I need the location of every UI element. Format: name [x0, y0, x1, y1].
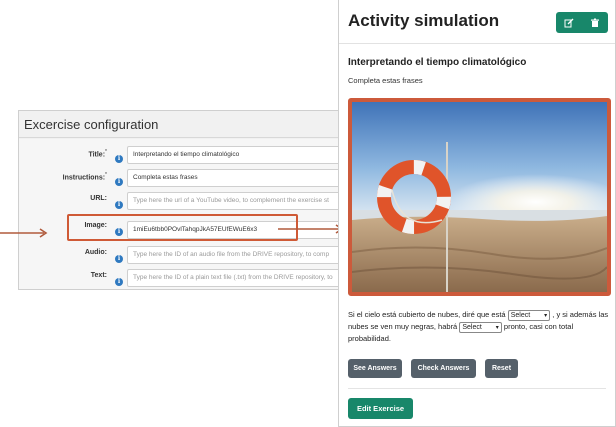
text-input[interactable]: Type here the ID of a plain text file (.… [127, 269, 342, 287]
edit-icon[interactable] [563, 17, 575, 29]
info-icon[interactable]: i [115, 201, 123, 209]
chevron-down-icon: ▾ [495, 324, 499, 331]
audio-label: Audio: [84, 249, 107, 256]
image-label: Image: [84, 222, 107, 229]
info-icon[interactable]: i [115, 228, 123, 236]
fill-in-sentence: Si el cielo está cubierto de nubes, diré… [348, 309, 610, 345]
answer-select-1[interactable]: Select ▾ [507, 309, 551, 321]
lifebuoy-beach-photo [352, 102, 607, 292]
instructions-label: Instructions:* [62, 172, 107, 182]
exercise-image [348, 98, 611, 296]
sentence-text: Si el cielo está cubierto de nubes, diré… [348, 310, 506, 319]
title-label: Title:* [88, 149, 107, 159]
chevron-down-icon: ▾ [544, 312, 548, 319]
exercise-instructions: Completa estas frases [348, 76, 423, 85]
answer-select-2[interactable]: Select ▾ [459, 321, 502, 333]
text-label: Text: [90, 272, 107, 279]
see-answers-button[interactable]: See Answers [348, 359, 402, 378]
info-icon[interactable]: i [115, 178, 123, 186]
audio-input[interactable]: Type here the ID of an audio file from t… [127, 246, 342, 264]
instructions-row: Instructions:* i Completa estas frases [19, 169, 342, 191]
exercise-configuration-panel: Excercise configuration Title:* i Interp… [18, 110, 343, 290]
text-row: Text: i Type here the ID of a plain text… [19, 269, 342, 289]
arrow-right-icon [0, 228, 48, 238]
instructions-input[interactable]: Completa estas frases [127, 169, 342, 187]
exercise-title: Interpretando el tiempo climatológico [348, 57, 527, 68]
check-answers-button[interactable]: Check Answers [411, 359, 476, 378]
config-title: Excercise configuration [19, 111, 342, 138]
reset-button[interactable]: Reset [485, 359, 518, 378]
config-form: Title:* i Interpretando el tiempo climat… [19, 139, 342, 289]
trash-icon[interactable] [589, 17, 601, 29]
audio-row: Audio: i Type here the ID of an audio fi… [19, 246, 342, 268]
header-actions [556, 12, 608, 33]
info-icon[interactable]: i [115, 155, 123, 163]
url-row: URL: i Type here the url of a YouTube vi… [19, 192, 342, 214]
url-label: URL: [90, 195, 107, 202]
title-row: Title:* i Interpretando el tiempo climat… [19, 146, 342, 168]
activity-title: Activity simulation [348, 11, 500, 30]
activity-simulation-panel: Activity simulation Interpretando el tie… [338, 0, 616, 427]
info-icon[interactable]: i [115, 255, 123, 263]
title-input[interactable]: Interpretando el tiempo climatológico [127, 146, 342, 164]
arrow-right-icon [278, 224, 344, 234]
url-input[interactable]: Type here the url of a YouTube video, to… [127, 192, 342, 210]
divider [348, 388, 606, 389]
edit-exercise-button[interactable]: Edit Exercise [348, 398, 413, 419]
activity-header: Activity simulation [339, 0, 615, 44]
info-icon[interactable]: i [115, 278, 123, 286]
